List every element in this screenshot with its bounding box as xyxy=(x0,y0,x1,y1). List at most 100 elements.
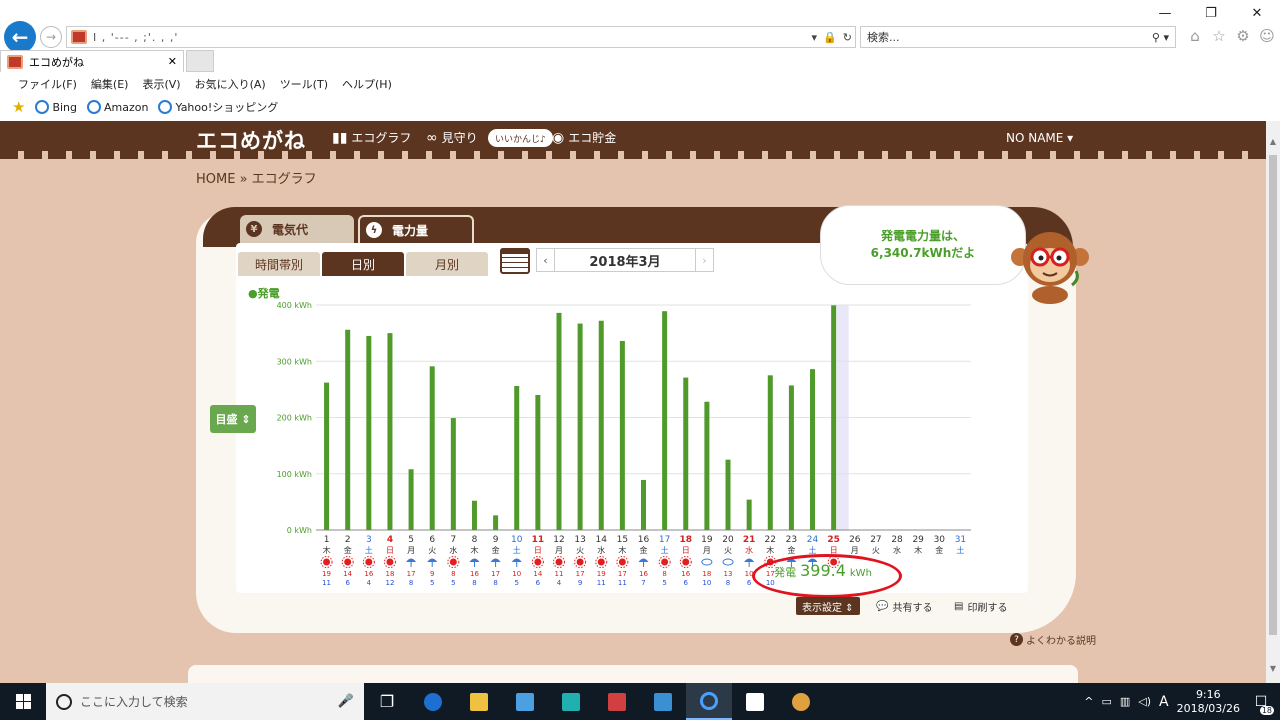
favorite-link-amazon[interactable]: Amazon xyxy=(87,100,148,114)
nav-mimamori[interactable]: ∞ 見守り xyxy=(426,129,478,146)
start-button[interactable] xyxy=(0,683,46,720)
bar-day-14 xyxy=(598,320,604,530)
header-decoration xyxy=(0,151,1266,159)
menu-file[interactable]: ファイル(F) xyxy=(18,76,77,92)
favorites-star-icon[interactable]: ☆ xyxy=(1210,26,1228,46)
subtab-daily[interactable]: 日別 xyxy=(322,252,404,276)
question-icon: ? xyxy=(1010,633,1023,646)
x-tick-label: 1 xyxy=(324,535,330,545)
browser-tab[interactable]: エコめがね ✕ xyxy=(0,50,184,72)
weekday-label: 日 xyxy=(386,546,394,555)
address-url[interactable]: I , '--- , ;'. , ,' xyxy=(93,31,809,44)
speech-bubble-icon: 💬 xyxy=(876,600,889,612)
chevron-up-icon[interactable]: ^ xyxy=(1084,695,1093,708)
menu-favorites[interactable]: お気に入り(A) xyxy=(195,76,266,92)
search-placeholder[interactable]: 検索... xyxy=(867,29,1146,45)
prev-month-button[interactable]: ‹ xyxy=(537,249,555,271)
lock-icon[interactable]: 🔒 xyxy=(820,31,840,44)
weekday-label: 木 xyxy=(323,545,331,555)
menu-view[interactable]: 表示(V) xyxy=(142,76,180,92)
calendar-icon[interactable] xyxy=(500,248,530,274)
y-tick-label: 200 kWh xyxy=(277,414,312,423)
print-button[interactable]: ▤ 印刷する xyxy=(954,597,1007,615)
search-icon[interactable]: ⚲ ▾ xyxy=(1146,31,1175,44)
menu-edit[interactable]: 編集(E) xyxy=(91,76,129,92)
volume-icon[interactable]: ◁) xyxy=(1138,695,1151,708)
edge-icon[interactable] xyxy=(410,683,456,720)
favorite-link-bing[interactable]: Bing xyxy=(35,100,77,114)
tab-title: エコめがね xyxy=(29,55,84,69)
paint-icon[interactable] xyxy=(778,683,824,720)
file-explorer-icon[interactable] xyxy=(456,683,502,720)
browser-search-box[interactable]: 検索... ⚲ ▾ xyxy=(860,26,1176,48)
umbrella-icon xyxy=(638,558,649,562)
refresh-icon[interactable]: ↻ xyxy=(840,31,855,44)
clock[interactable]: 9:16 2018/03/26 xyxy=(1177,688,1240,716)
next-month-button[interactable]: › xyxy=(695,249,713,271)
menu-help[interactable]: ヘルプ(H) xyxy=(342,76,392,92)
close-icon[interactable]: ✕ xyxy=(1234,0,1280,26)
tab-close-icon[interactable]: ✕ xyxy=(168,55,177,68)
minimize-icon[interactable]: — xyxy=(1142,0,1188,26)
forward-button[interactable]: → xyxy=(40,26,62,48)
bar-day-1 xyxy=(324,382,330,530)
app-icon-2[interactable] xyxy=(732,683,778,720)
news-icon[interactable] xyxy=(594,683,640,720)
favorites-bar-star-icon[interactable]: ★ xyxy=(12,98,25,116)
scroll-up-icon[interactable]: ▲ xyxy=(1268,137,1278,146)
subtab-monthly[interactable]: 月別 xyxy=(406,252,488,276)
web-page: エコめがね ▮▮ エコグラフ ∞ 見守り いいかんじ♪ ◉ エコ貯金 NO NAME … xyxy=(0,121,1266,683)
nav-eco-savings[interactable]: ◉ エコ貯金 xyxy=(552,129,616,146)
temp-high-label: 16 xyxy=(364,570,373,578)
bar-day-20 xyxy=(725,459,731,530)
new-tab-button[interactable] xyxy=(186,50,214,72)
nav-label: エコ貯金 xyxy=(568,131,617,145)
back-button[interactable]: ← xyxy=(4,21,36,53)
weekday-label: 土 xyxy=(956,545,964,555)
tab-electricity-amount[interactable]: ϟ 電力量 xyxy=(358,215,474,243)
temp-high-label: 8 xyxy=(662,570,666,578)
microphone-icon[interactable]: 🎤 xyxy=(338,694,354,709)
site-logo[interactable]: エコめがね xyxy=(196,125,306,155)
app-icon[interactable] xyxy=(548,683,594,720)
subtab-hourly[interactable]: 時間帯別 xyxy=(238,252,320,276)
taskbar-search[interactable]: ここに入力して検索 🎤 xyxy=(46,683,364,720)
temp-low-label: 6 xyxy=(747,579,752,587)
bar-day-15 xyxy=(619,341,625,530)
weekday-label: 水 xyxy=(597,545,605,555)
tab-label: 電気代 xyxy=(272,222,309,237)
taskbar-search-placeholder[interactable]: ここに入力して検索 xyxy=(80,693,188,710)
page-scrollbar[interactable]: ▲ ▼ xyxy=(1266,121,1280,683)
address-bar[interactable]: I , '--- , ;'. , ,' ▾ 🔒 ↻ xyxy=(66,26,856,48)
network-icon[interactable]: ▭ xyxy=(1101,695,1111,708)
temp-low-label: 9 xyxy=(578,579,582,587)
notification-icon[interactable]: ☐ 18 xyxy=(1248,689,1274,715)
tab-electricity-cost[interactable]: ¥ 電気代 xyxy=(240,215,354,243)
store-icon[interactable] xyxy=(502,683,548,720)
restore-icon[interactable]: ❐ xyxy=(1188,0,1234,26)
ie-icon xyxy=(158,100,173,114)
battery-icon[interactable]: ▥ xyxy=(1120,695,1130,708)
gear-icon[interactable]: ⚙ xyxy=(1234,26,1252,46)
temp-low-label: 4 xyxy=(367,579,372,587)
scroll-down-icon[interactable]: ▼ xyxy=(1268,664,1278,673)
scroll-thumb[interactable] xyxy=(1269,155,1277,635)
smiley-icon[interactable]: ☺ xyxy=(1258,26,1276,46)
ime-indicator[interactable]: A xyxy=(1159,694,1169,710)
bar-day-4 xyxy=(387,333,393,530)
internet-explorer-icon[interactable] xyxy=(686,683,732,720)
bar-day-6 xyxy=(429,366,435,530)
help-link[interactable]: ? よくわかる説明 xyxy=(1010,632,1096,647)
photo-app-icon[interactable] xyxy=(640,683,686,720)
display-settings-button[interactable]: 表示設定 ⇕ xyxy=(796,597,860,615)
share-button[interactable]: 💬 共有する xyxy=(876,597,932,615)
favorite-link-yahoo[interactable]: Yahoo!ショッピング xyxy=(158,99,278,115)
task-view-icon[interactable]: ❐ xyxy=(364,683,410,720)
nav-ecograph[interactable]: ▮▮ エコグラフ xyxy=(332,129,411,146)
cloud-icon xyxy=(722,558,734,566)
dropdown-icon[interactable]: ▾ xyxy=(809,31,821,44)
home-icon[interactable]: ⌂ xyxy=(1186,26,1204,46)
favorite-label: Yahoo!ショッピング xyxy=(175,101,279,114)
menu-tools[interactable]: ツール(T) xyxy=(280,76,328,92)
user-menu[interactable]: NO NAME ▾ xyxy=(1006,131,1073,145)
